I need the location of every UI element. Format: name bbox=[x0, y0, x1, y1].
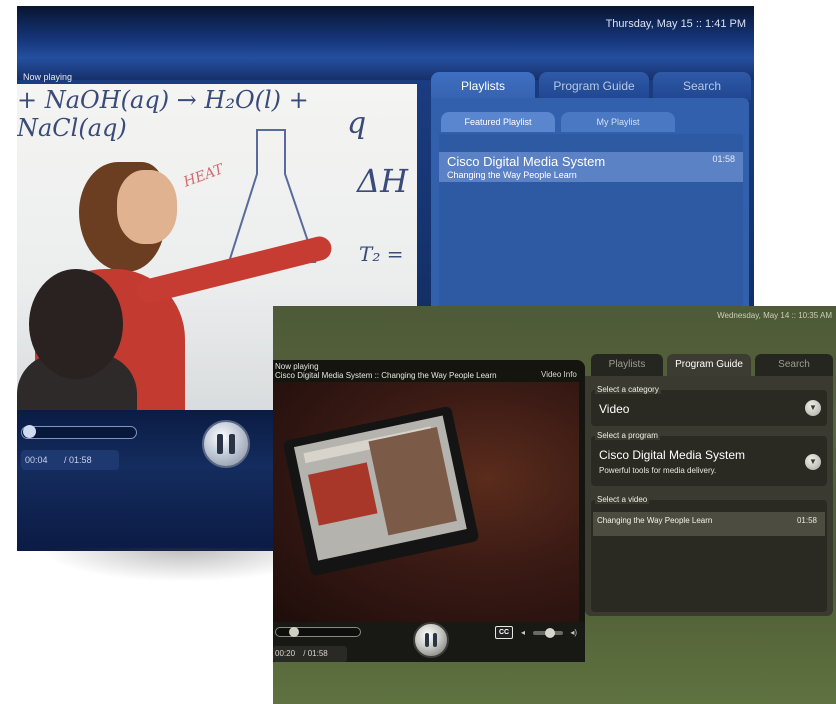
back-tab-search[interactable]: Search bbox=[653, 72, 751, 100]
category-value: Video bbox=[599, 402, 630, 416]
front-control-bar: 00:20 / 01:58 CC ◂ ◂) bbox=[273, 622, 585, 662]
student-head bbox=[29, 269, 123, 379]
closed-captions-icon[interactable]: CC bbox=[495, 626, 513, 639]
front-now-playing-label: Now playing bbox=[275, 362, 319, 371]
front-tab-program-guide[interactable]: Program Guide bbox=[667, 354, 751, 376]
pause-icon bbox=[217, 434, 235, 454]
back-date-time: Thursday, May 15 :: 1:41 PM bbox=[605, 18, 746, 30]
back-total: / 01:58 bbox=[64, 455, 92, 465]
video-item-duration: 01:58 bbox=[796, 516, 817, 525]
front-now-playing: Now playing Cisco Digital Media System :… bbox=[275, 362, 497, 380]
back-subtab-my-playlist[interactable]: My Playlist bbox=[561, 112, 675, 132]
program-description: Powerful tools for media delivery. bbox=[599, 466, 717, 475]
program-guide-panel: Select a category Video ▼ Select a progr… bbox=[585, 376, 833, 616]
laptop-in-video bbox=[282, 405, 480, 577]
video-select-label: Select a video bbox=[595, 495, 650, 504]
back-time-display: 00:04 / 01:58 bbox=[21, 450, 119, 470]
front-elapsed: 00:20 bbox=[275, 649, 296, 658]
front-seek-knob[interactable] bbox=[289, 627, 300, 637]
window-shadow bbox=[40, 548, 280, 582]
front-seek-bar[interactable] bbox=[275, 627, 361, 637]
back-item-duration: 01:58 bbox=[712, 154, 735, 164]
pause-icon bbox=[425, 633, 437, 647]
front-tab-playlists[interactable]: Playlists bbox=[591, 354, 663, 376]
back-item-title: Cisco Digital Media System bbox=[447, 154, 606, 169]
volume-low-icon: ◂ bbox=[521, 628, 526, 637]
category-label: Select a category bbox=[595, 385, 661, 394]
program-value: Cisco Digital Media System bbox=[599, 448, 746, 462]
front-time-display: 00:20 / 01:58 bbox=[273, 646, 347, 662]
front-total: / 01:58 bbox=[303, 649, 328, 658]
whiteboard-t: T₂ = bbox=[359, 242, 404, 266]
volume-knob[interactable] bbox=[545, 628, 555, 638]
front-video-frame[interactable] bbox=[273, 382, 579, 622]
front-pause-button[interactable] bbox=[413, 622, 449, 658]
back-seek-knob[interactable] bbox=[23, 425, 37, 438]
program-label: Select a program bbox=[595, 431, 660, 440]
video-list-item[interactable]: Changing the Way People Learn 01:58 bbox=[593, 512, 825, 536]
back-playlist-item[interactable]: Cisco Digital Media System Changing the … bbox=[439, 152, 743, 182]
laptop-screen bbox=[293, 415, 467, 561]
back-subtab-featured[interactable]: Featured Playlist bbox=[441, 112, 555, 132]
program-select[interactable]: Select a program Cisco Digital Media Sys… bbox=[591, 431, 827, 486]
back-pause-button[interactable] bbox=[202, 420, 250, 468]
back-seek-bar[interactable] bbox=[21, 425, 137, 439]
chevron-down-icon[interactable]: ▼ bbox=[805, 400, 821, 416]
whiteboard-delta: ΔH bbox=[357, 162, 409, 200]
whiteboard-q: q bbox=[347, 106, 367, 141]
back-now-playing-label: Now playing bbox=[23, 72, 73, 82]
chevron-down-icon[interactable]: ▼ bbox=[805, 454, 821, 470]
volume-control[interactable]: ◂ ◂) bbox=[521, 628, 577, 638]
back-elapsed: 00:04 bbox=[25, 455, 48, 465]
front-tab-search[interactable]: Search bbox=[755, 354, 833, 376]
front-now-playing-title: Cisco Digital Media System :: Changing t… bbox=[275, 371, 497, 380]
back-item-subtitle: Changing the Way People Learn bbox=[447, 170, 577, 180]
volume-high-icon: ◂) bbox=[570, 628, 577, 637]
video-item-title: Changing the Way People Learn bbox=[597, 516, 713, 525]
front-date-time: Wednesday, May 14 :: 10:35 AM bbox=[717, 311, 832, 320]
teacher-head bbox=[117, 170, 177, 244]
back-tab-playlists[interactable]: Playlists bbox=[431, 72, 535, 100]
video-select: Select a video Changing the Way People L… bbox=[591, 495, 827, 612]
category-select[interactable]: Select a category Video ▼ bbox=[591, 385, 827, 426]
video-info-link[interactable]: Video Info bbox=[541, 370, 577, 379]
back-tab-program-guide[interactable]: Program Guide bbox=[539, 72, 649, 100]
front-player-window: Wednesday, May 14 :: 10:35 AM Now playin… bbox=[273, 306, 836, 704]
